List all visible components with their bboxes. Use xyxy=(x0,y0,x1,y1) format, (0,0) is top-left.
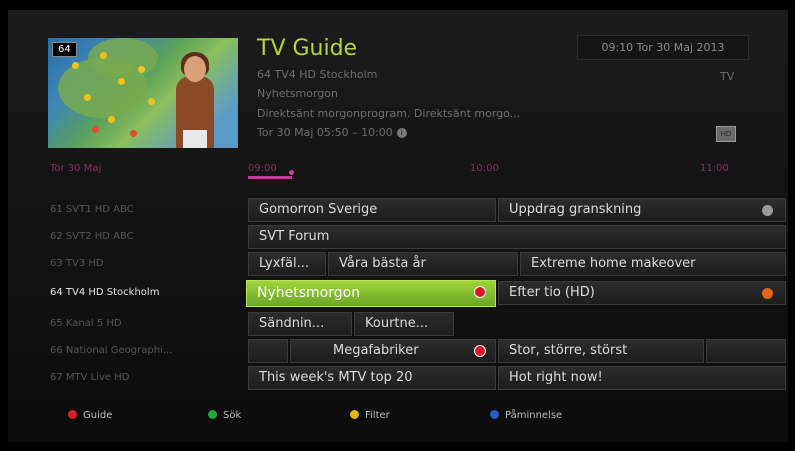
reminder-icon xyxy=(762,205,773,216)
channel-name[interactable]: 61 SVT1 HD ABC xyxy=(40,197,240,223)
presenter-head xyxy=(184,56,206,82)
preview-channel-number: 64 xyxy=(52,42,77,57)
program-description: Direktsänt morgonprogram. Direktsänt mor… xyxy=(257,107,521,120)
program-cell[interactable]: Hot right now! xyxy=(498,366,786,390)
channel-row: 65 Kanal 5 HD Sändnin... Kourtne... xyxy=(40,311,786,337)
program-cell[interactable]: Extreme home makeover xyxy=(520,252,786,276)
hd-icon: HD xyxy=(716,126,736,142)
timeline-time: 11:00 xyxy=(700,163,729,174)
program-cell[interactable]: This week's MTV top 20 xyxy=(248,366,496,390)
weather-sun-icon xyxy=(84,94,91,101)
program-cell[interactable] xyxy=(248,339,288,363)
program-cell[interactable]: Lyxfäl... xyxy=(248,252,326,276)
program-title: Uppdrag granskning xyxy=(509,202,642,217)
yellow-button-icon xyxy=(350,410,359,419)
red-button-icon xyxy=(68,410,77,419)
program-channel: 64 TV4 HD Stockholm xyxy=(257,68,378,81)
weather-sun-icon xyxy=(118,78,125,85)
program-cell[interactable]: Uppdrag granskning xyxy=(498,198,786,222)
record-icon xyxy=(475,287,485,297)
channel-name[interactable]: 63 TV3 HD xyxy=(40,251,240,277)
program-cell[interactable]: Gomorron Sverige xyxy=(248,198,496,222)
map-land xyxy=(88,38,158,78)
tv-guide-screen: 64 TV Guide 09:10 Tor 30 Maj 2013 64 TV4… xyxy=(0,0,795,451)
program-title: Stor, större, störst xyxy=(509,343,628,358)
guide-button[interactable]: Guide xyxy=(68,410,112,421)
program-title: Megafabriker xyxy=(333,343,419,358)
page-title: TV Guide xyxy=(257,36,358,61)
weather-temp-icon xyxy=(92,126,99,133)
record-icon xyxy=(475,346,485,356)
reminder-button[interactable]: Påminnelse xyxy=(490,410,562,421)
program-title: Extreme home makeover xyxy=(531,256,696,271)
program-cell[interactable]: Våra bästa år xyxy=(328,252,518,276)
program-title: Gomorron Sverige xyxy=(259,202,378,217)
program-cell[interactable] xyxy=(706,339,786,363)
program-cell[interactable]: Kourtne... xyxy=(354,312,454,336)
channel-row: 63 TV3 HD Lyxfäl... Våra bästa år Extrem… xyxy=(40,251,786,277)
channel-name[interactable]: 65 Kanal 5 HD xyxy=(40,311,240,337)
weather-sun-icon xyxy=(138,66,145,73)
weather-sun-icon xyxy=(100,52,107,59)
program-title: Nyhetsmorgon xyxy=(257,87,338,100)
channel-row: 67 MTV Live HD This week's MTV top 20 Ho… xyxy=(40,365,786,391)
program-title: Hot right now! xyxy=(509,370,603,385)
program-title: SVT Forum xyxy=(259,229,330,244)
reminder-label: Påminnelse xyxy=(505,410,563,421)
weather-sun-icon xyxy=(108,116,115,123)
program-title: Kourtne... xyxy=(365,316,429,331)
weather-sun-icon xyxy=(72,62,79,69)
live-preview[interactable]: 64 xyxy=(48,38,238,148)
channel-row: 66 National Geographi... Megafabriker St… xyxy=(40,338,786,364)
channel-row-selected: 64 TV4 HD Stockholm Nyhetsmorgon Efter t… xyxy=(40,280,786,307)
search-label: Sök xyxy=(223,410,242,421)
info-icon[interactable]: i xyxy=(396,128,407,138)
program-cell[interactable]: Megafabriker xyxy=(290,339,496,363)
filter-button[interactable]: Filter xyxy=(350,410,390,421)
channel-name[interactable]: 66 National Geographi... xyxy=(40,338,240,364)
channel-name[interactable]: 62 SVT2 HD ABC xyxy=(40,224,240,250)
program-cell[interactable]: Sändnin... xyxy=(248,312,352,336)
timeline-time: 10:00 xyxy=(470,163,499,174)
service-type: TV xyxy=(720,70,735,83)
program-cell[interactable]: Efter tio (HD) xyxy=(498,281,786,305)
timeline-progress xyxy=(248,176,292,179)
search-button[interactable]: Sök xyxy=(208,410,241,421)
channel-row: 62 SVT2 HD ABC SVT Forum xyxy=(40,224,786,250)
filter-label: Filter xyxy=(365,410,390,421)
program-title: Nyhetsmorgon xyxy=(257,285,361,301)
presenter-legs xyxy=(183,130,207,148)
program-cell-selected[interactable]: Nyhetsmorgon xyxy=(246,280,496,307)
timeline-time: 09:00 xyxy=(248,163,277,174)
guide-label: Guide xyxy=(83,410,113,421)
program-cell[interactable]: Stor, större, störst xyxy=(498,339,704,363)
blue-button-icon xyxy=(490,410,499,419)
weather-sun-icon xyxy=(148,98,155,105)
reminder-icon xyxy=(762,288,773,299)
green-button-icon xyxy=(208,410,217,419)
timeline-date: Tor 30 Maj xyxy=(50,163,102,174)
program-time: Tor 30 Maj 05:50 – 10:00 i xyxy=(257,126,407,139)
program-time-text: Tor 30 Maj 05:50 – 10:00 xyxy=(257,126,393,139)
channel-name[interactable]: 64 TV4 HD Stockholm xyxy=(40,280,240,306)
clock: 09:10 Tor 30 Maj 2013 xyxy=(577,35,749,60)
program-title: Våra bästa år xyxy=(339,256,426,271)
channel-row: 61 SVT1 HD ABC Gomorron Sverige Uppdrag … xyxy=(40,197,786,223)
program-title: Lyxfäl... xyxy=(259,256,309,271)
program-title: Sändnin... xyxy=(259,316,325,331)
now-marker xyxy=(289,170,294,175)
program-cell[interactable]: SVT Forum xyxy=(248,225,786,249)
program-title: This week's MTV top 20 xyxy=(259,370,413,385)
channel-name[interactable]: 67 MTV Live HD xyxy=(40,365,240,391)
weather-temp-icon xyxy=(130,130,137,137)
program-title: Efter tio (HD) xyxy=(509,285,595,300)
